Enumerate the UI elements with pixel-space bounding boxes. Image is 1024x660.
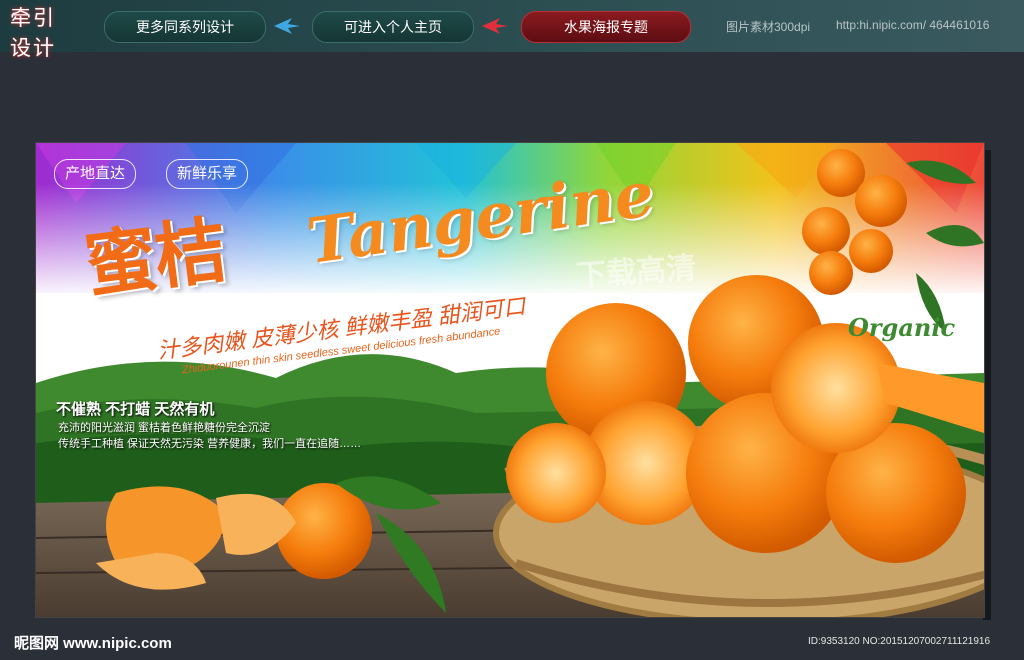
arrow-right-icon <box>274 18 300 34</box>
origin-direct-badge: 产地直达 <box>54 159 137 189</box>
personal-page-label: 可进入个人主页 <box>344 19 442 35</box>
more-series-label: 更多同系列设计 <box>136 19 234 35</box>
resolution-info: 图片素材300dpi <box>726 20 811 34</box>
image-id: ID:9353120 NO:20151207002711121916 <box>808 636 991 647</box>
fresh-enjoy-badge: 新鲜乐享 <box>166 159 249 189</box>
logo-line-2: 设计 <box>10 36 56 60</box>
tangerine-poster: 产地直达 新鲜乐享 蜜桔 Tangerine 下载高清 汁多肉嫩 皮薄少核 鲜嫩… <box>35 142 985 618</box>
arrow-right-icon <box>482 18 508 34</box>
logo-line-1: 牵引 <box>10 6 56 30</box>
title-chinese: 蜜桔 <box>80 207 230 309</box>
site-logo[interactable]: 昵图网 www.nipic.com <box>14 632 172 653</box>
description-line-2: 传统手工种植 保证天然无污染 营养健康，我们一直在追随…… <box>58 438 362 450</box>
description-line-1: 充沛的阳光滋润 蜜桔着色鲜艳糖份完全沉淀 <box>58 422 271 434</box>
personal-page-button[interactable]: 可进入个人主页 <box>312 11 474 43</box>
fruit-poster-topic-button[interactable]: 水果海报专题 <box>521 11 691 43</box>
fruit-poster-topic-label: 水果海报专题 <box>564 19 648 35</box>
promo-headline: 不催熟 不打蜡 天然有机 <box>56 401 215 418</box>
author-url: http:hi.nipic.com/ 464461016 <box>836 18 990 32</box>
download-watermark: 下载高清 <box>575 251 698 294</box>
brand-logo[interactable]: 牵引 设计 <box>10 4 88 70</box>
more-series-button[interactable]: 更多同系列设计 <box>104 11 266 43</box>
organic-logo: Organic <box>848 313 956 342</box>
